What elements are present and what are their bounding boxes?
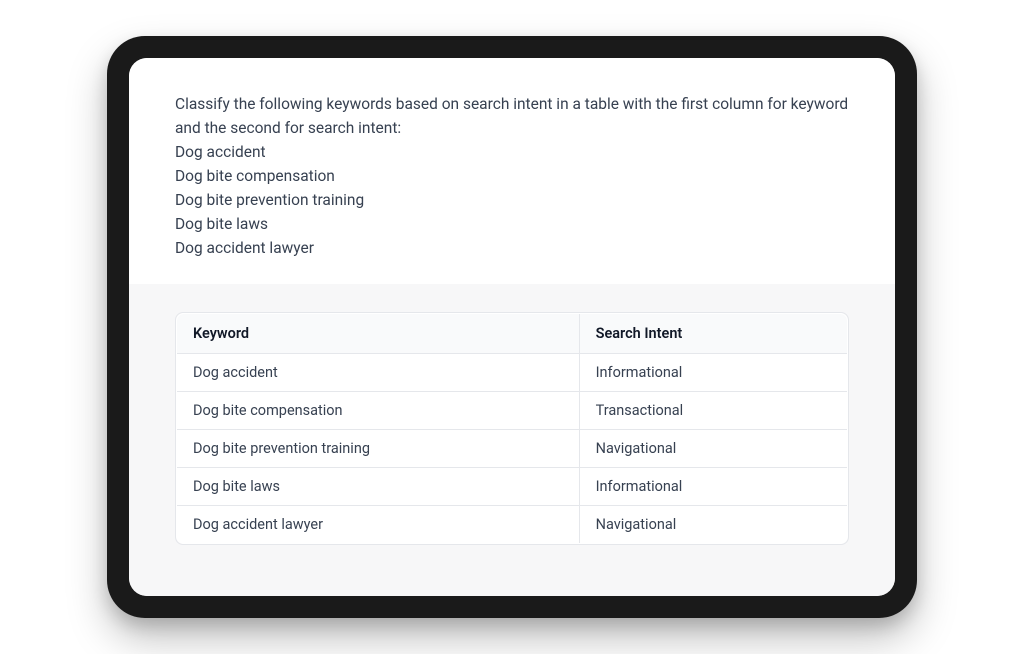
table-cell-keyword: Dog accident xyxy=(177,354,580,392)
prompt-keyword-line: Dog accident lawyer xyxy=(175,236,849,260)
table-row: Dog accident lawyer Navigational xyxy=(177,506,848,544)
prompt-keyword-line: Dog bite compensation xyxy=(175,164,849,188)
prompt-keyword-line: Dog bite laws xyxy=(175,212,849,236)
table-cell-intent: Informational xyxy=(579,468,847,506)
table-header-intent: Search Intent xyxy=(579,314,847,354)
table-cell-keyword: Dog bite compensation xyxy=(177,392,580,430)
result-table-wrapper: Keyword Search Intent Dog accident Infor… xyxy=(175,312,849,545)
prompt-instruction-text: Classify the following keywords based on… xyxy=(175,92,849,140)
tablet-screen: Classify the following keywords based on… xyxy=(129,58,895,596)
table-row: Dog accident Informational xyxy=(177,354,848,392)
table-cell-keyword: Dog accident lawyer xyxy=(177,506,580,544)
assistant-response-section: Keyword Search Intent Dog accident Infor… xyxy=(129,284,895,596)
tablet-device-frame: Classify the following keywords based on… xyxy=(107,36,917,618)
table-cell-keyword: Dog bite laws xyxy=(177,468,580,506)
table-cell-keyword: Dog bite prevention training xyxy=(177,430,580,468)
table-row: Dog bite laws Informational xyxy=(177,468,848,506)
table-cell-intent: Informational xyxy=(579,354,847,392)
table-cell-intent: Navigational xyxy=(579,430,847,468)
prompt-keyword-line: Dog bite prevention training xyxy=(175,188,849,212)
keyword-intent-table: Keyword Search Intent Dog accident Infor… xyxy=(176,313,848,544)
table-cell-intent: Navigational xyxy=(579,506,847,544)
user-prompt-section: Classify the following keywords based on… xyxy=(129,58,895,284)
table-cell-intent: Transactional xyxy=(579,392,847,430)
prompt-keyword-line: Dog accident xyxy=(175,140,849,164)
table-row: Dog bite prevention training Navigationa… xyxy=(177,430,848,468)
table-header-row: Keyword Search Intent xyxy=(177,314,848,354)
table-row: Dog bite compensation Transactional xyxy=(177,392,848,430)
table-header-keyword: Keyword xyxy=(177,314,580,354)
